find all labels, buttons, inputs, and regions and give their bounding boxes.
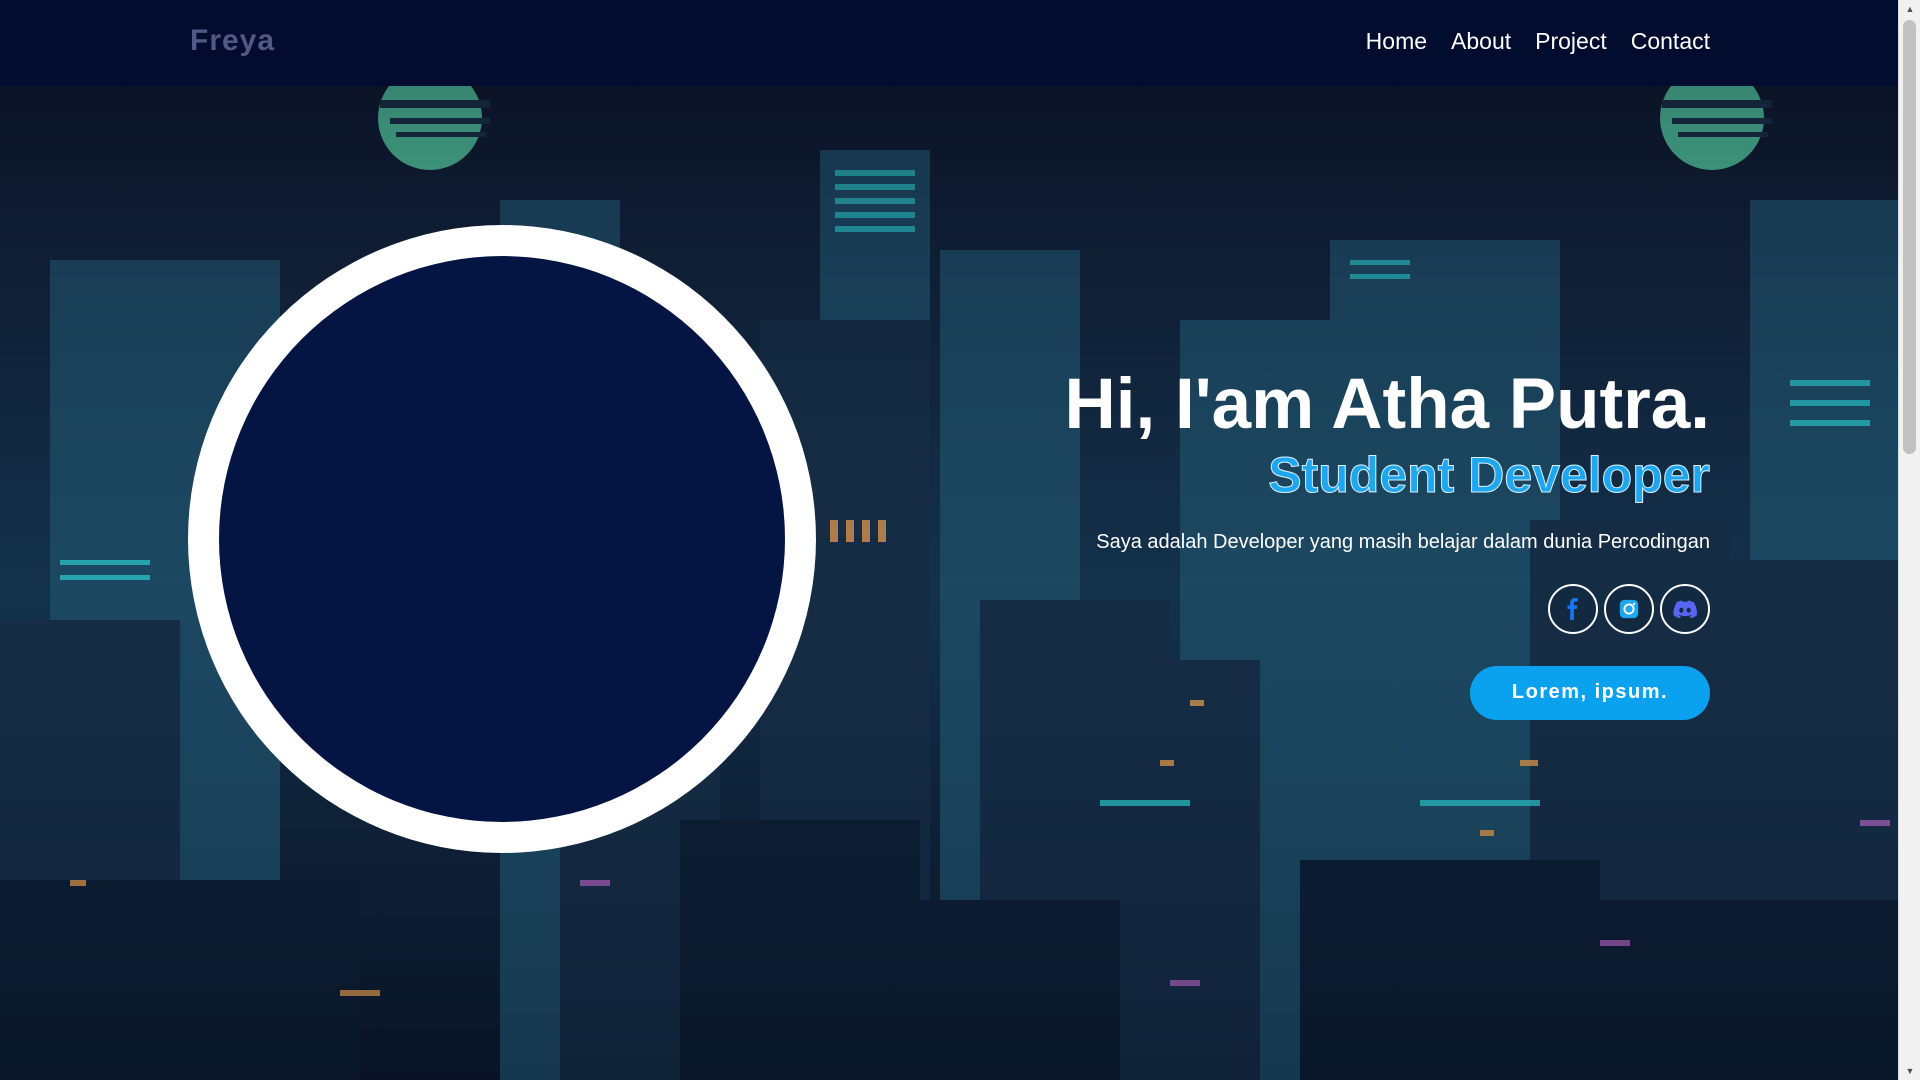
scrollbar-thumb[interactable] [1903,20,1916,454]
nav-project[interactable]: Project [1535,28,1607,55]
facebook-button[interactable] [1548,583,1598,634]
page: Freya Home About Project Contact Hi, I'a… [0,0,1898,1080]
scroll-down-arrow-icon[interactable]: ▼ [1899,1062,1920,1080]
vertical-scrollbar[interactable]: ▲ ▼ [1898,0,1920,1080]
cta-button[interactable]: Lorem, ipsum. [1470,665,1710,720]
instagram-button[interactable] [1604,583,1654,634]
hero-section: Hi, I'am Atha Putra. Student Developer S… [810,365,1711,720]
scroll-up-arrow-icon[interactable]: ▲ [1899,0,1920,18]
discord-icon [1673,600,1697,618]
hero-title: Hi, I'am Atha Putra. [1064,365,1710,444]
facebook-icon [1567,597,1578,620]
hero-subtitle: Student Developer [1268,446,1711,503]
profile-photo [219,256,785,822]
instagram-icon [1619,599,1639,618]
social-links [810,583,1710,634]
discord-button[interactable] [1660,583,1710,634]
navbar: Freya Home About Project Contact [0,0,1898,86]
hero-description: Saya adalah Developer yang masih belajar… [1096,530,1710,553]
nav-menu: Home About Project Contact [1366,28,1710,55]
nav-home[interactable]: Home [1366,28,1427,55]
profile-photo-frame [188,225,816,853]
nav-contact[interactable]: Contact [1631,28,1710,55]
nav-about[interactable]: About [1451,28,1511,55]
brand-logo[interactable]: Freya [190,24,275,58]
